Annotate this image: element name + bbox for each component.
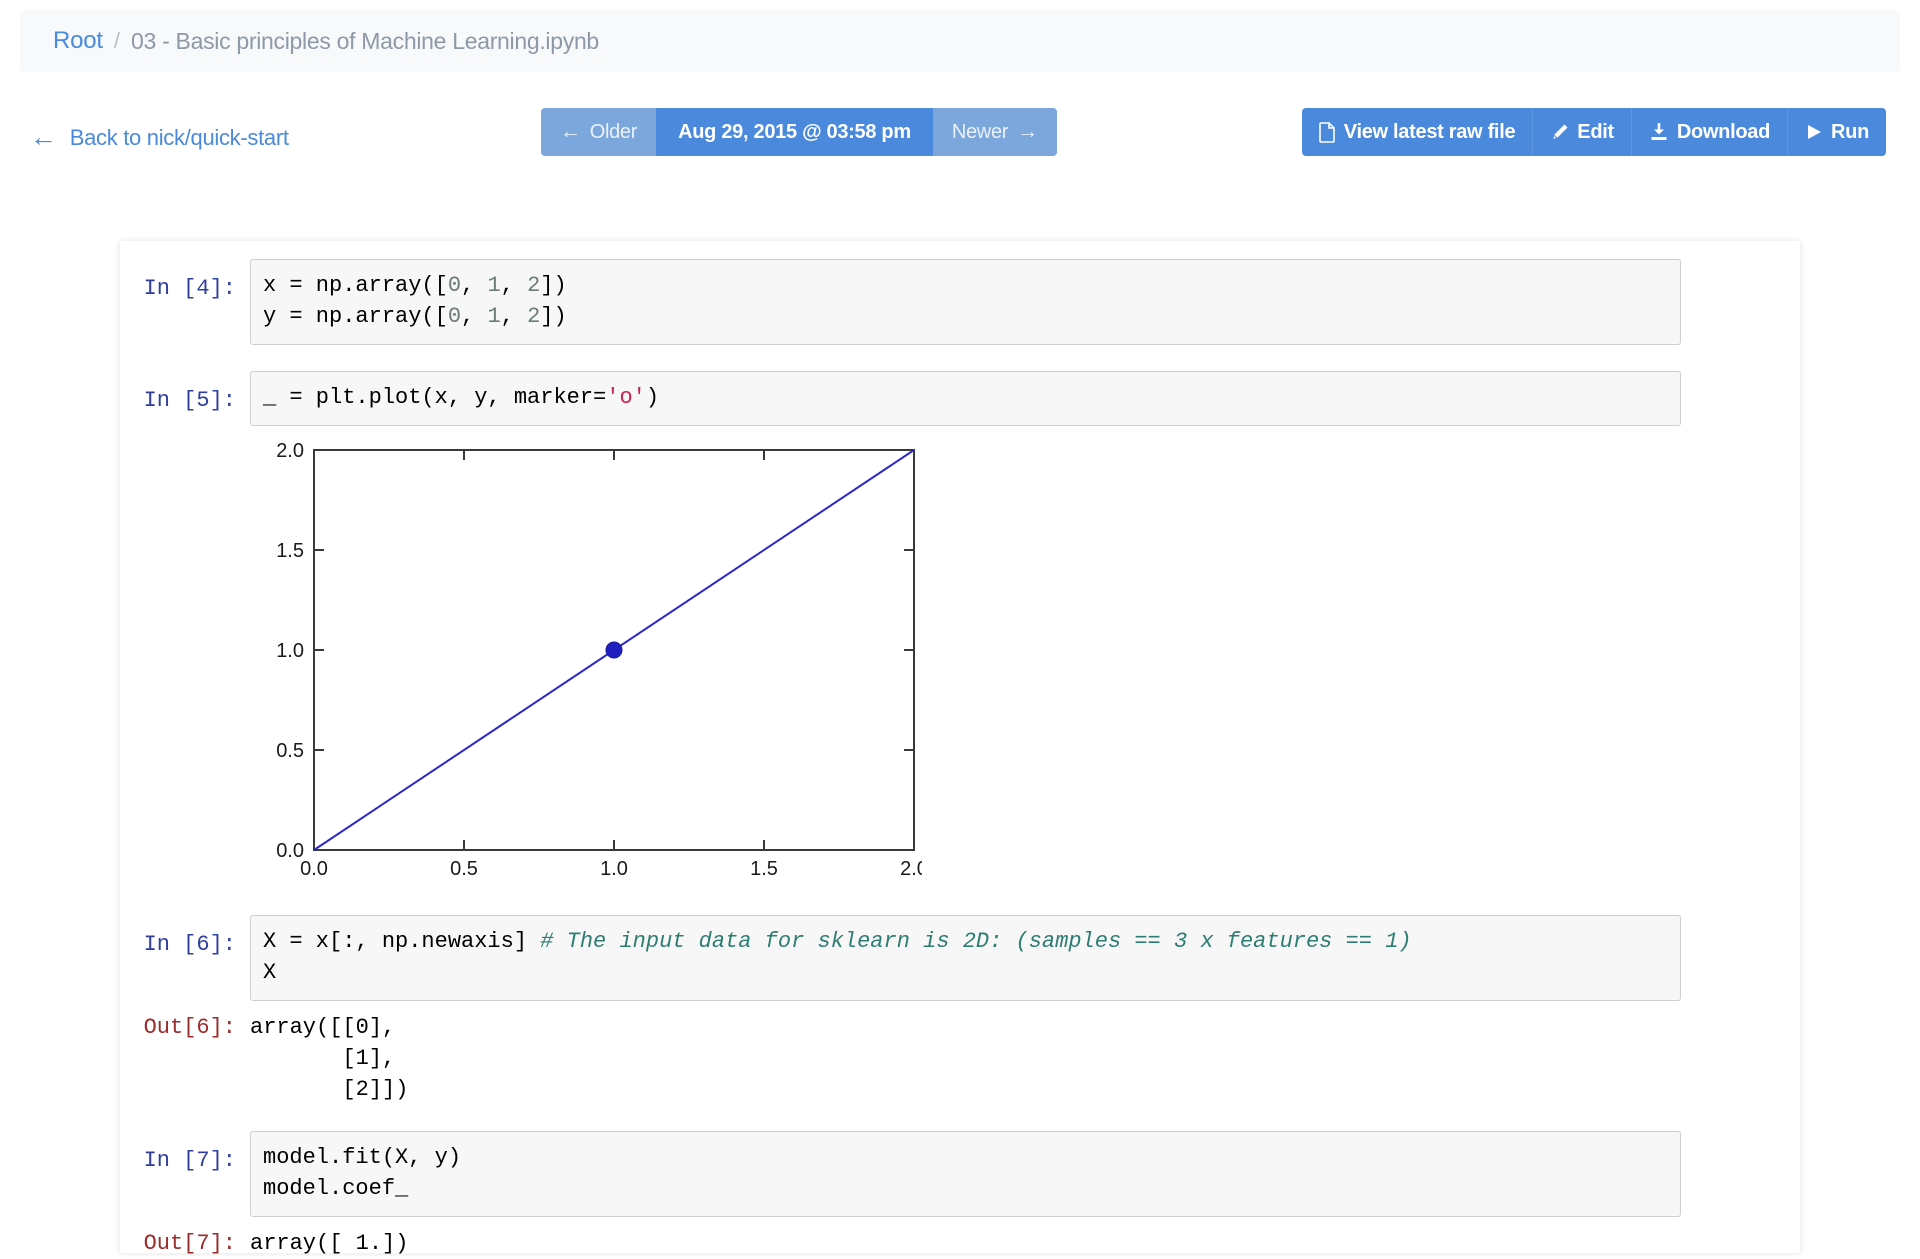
code-line: model.fit(X, y) (263, 1145, 462, 1170)
code-line: _ = plt.plot(x, y, marker='o') (263, 385, 660, 410)
breadcrumb-current-file: 03 - Basic principles of Machine Learnin… (131, 27, 599, 54)
download-button-label: Download (1676, 120, 1771, 143)
input-prompt: In [4]: (143, 276, 236, 301)
download-icon (1649, 122, 1669, 142)
notebook-cell: In [4]: x = np.array([0, 1, 2]) y = np.a… (120, 259, 1800, 345)
svg-text:0.5: 0.5 (450, 858, 478, 880)
data-marker (605, 641, 623, 659)
notebook-cell: In [5]: _ = plt.plot(x, y, marker='o') (120, 371, 1800, 426)
arrow-right-icon: → (1017, 120, 1038, 143)
svg-text:0.0: 0.0 (300, 858, 328, 880)
output-text: array([[0], [1], [2]]) (250, 1015, 409, 1102)
matplotlib-figure: 0.0 0.5 1.0 1.5 2.0 0.0 0.5 1.0 1.5 2.0 (254, 438, 928, 886)
run-button[interactable]: Run (1788, 108, 1886, 156)
pencil-icon (1550, 123, 1569, 142)
toolbar: ← Back to nick/quick-start ← Older Aug 2… (0, 108, 1920, 174)
notebook-output: Out[7]: array([ 1.]) (120, 1225, 1800, 1259)
view-latest-raw-file-button[interactable]: View latest raw file (1301, 108, 1534, 156)
figure-output: 0.0 0.5 1.0 1.5 2.0 0.0 0.5 1.0 1.5 2.0 (120, 426, 1800, 897)
svg-text:2.0: 2.0 (276, 440, 304, 462)
notebook-cell: In [6]: X = x[:, np.newaxis] # The input… (120, 915, 1800, 1001)
edit-button-label: Edit (1577, 120, 1614, 143)
output-text: array([ 1.]) (250, 1231, 409, 1256)
breadcrumb-root-link[interactable]: Root (53, 27, 103, 55)
view-latest-raw-file-label: View latest raw file (1343, 120, 1516, 143)
input-prompt: In [7]: (143, 1148, 236, 1173)
arrow-left-icon: ← (560, 120, 581, 143)
back-link-label: Back to nick/quick-start (69, 124, 289, 150)
arrow-left-icon: ← (30, 122, 57, 152)
history-nav: ← Older Aug 29, 2015 @ 03:58 pm Newer → (541, 108, 1057, 156)
svg-text:1.0: 1.0 (276, 640, 304, 662)
notebook-output: Out[6]: array([[0], [1], [2]]) (120, 1009, 1800, 1105)
download-button[interactable]: Download (1631, 108, 1789, 156)
breadcrumb-separator: / (113, 28, 121, 53)
output-prompt: Out[7]: (143, 1231, 236, 1256)
input-prompt: In [6]: (143, 932, 236, 957)
code-input-area[interactable]: _ = plt.plot(x, y, marker='o') (250, 371, 1681, 426)
code-input-area[interactable]: model.fit(X, y) model.coef_ (250, 1131, 1681, 1217)
notebook-cell: In [7]: model.fit(X, y) model.coef_ (120, 1131, 1800, 1217)
svg-text:1.0: 1.0 (600, 858, 628, 880)
svg-text:0.5: 0.5 (276, 740, 304, 762)
output-prompt: Out[6]: (143, 1015, 236, 1040)
play-icon (1805, 123, 1823, 141)
code-line: X (263, 960, 277, 985)
current-revision-label: Aug 29, 2015 @ 03:58 pm (678, 120, 911, 143)
code-line: model.coef_ (263, 1176, 409, 1201)
file-icon (1318, 121, 1336, 143)
code-line: X = x[:, np.newaxis] # The input data fo… (263, 929, 1412, 954)
current-revision-button[interactable]: Aug 29, 2015 @ 03:58 pm (656, 108, 933, 156)
code-input-area[interactable]: x = np.array([0, 1, 2]) y = np.array([0,… (250, 259, 1681, 345)
code-input-area[interactable]: X = x[:, np.newaxis] # The input data fo… (250, 915, 1681, 1001)
breadcrumb: Root / 03 - Basic principles of Machine … (20, 10, 1900, 72)
run-button-label: Run (1831, 120, 1869, 143)
older-button[interactable]: ← Older (541, 108, 657, 156)
older-button-label: Older (589, 120, 638, 143)
newer-button[interactable]: Newer → (932, 108, 1057, 156)
action-buttons: View latest raw file Edit Download Run (1301, 108, 1886, 156)
edit-button[interactable]: Edit (1533, 108, 1632, 156)
svg-text:1.5: 1.5 (276, 540, 304, 562)
code-line: y = np.array([0, 1, 2]) (263, 304, 567, 329)
svg-text:2.0: 2.0 (900, 858, 922, 880)
code-line: x = np.array([0, 1, 2]) (263, 273, 567, 298)
back-link[interactable]: ← Back to nick/quick-start (30, 124, 289, 151)
input-prompt: In [5]: (143, 388, 236, 413)
notebook-container: In [4]: x = np.array([0, 1, 2]) y = np.a… (120, 241, 1800, 1256)
newer-button-label: Newer (951, 120, 1009, 143)
svg-text:1.5: 1.5 (750, 858, 778, 880)
